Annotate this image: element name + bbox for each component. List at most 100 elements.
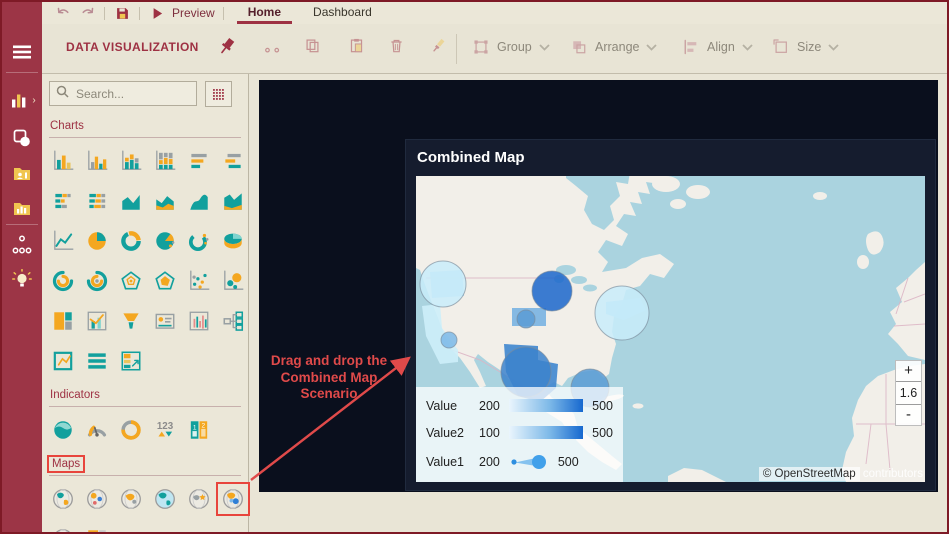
delete-button[interactable] bbox=[388, 37, 405, 54]
palette-icon-pin-map[interactable] bbox=[185, 485, 213, 513]
legend-min: 200 bbox=[479, 454, 500, 469]
palette-icon-pie-chart[interactable] bbox=[83, 227, 111, 255]
map-area[interactable]: Value 200 500 Value2 100 500 Value1 200 bbox=[416, 176, 925, 482]
map-legend: Value 200 500 Value2 100 500 Value1 200 bbox=[416, 387, 623, 482]
size-menu[interactable]: Size bbox=[772, 38, 839, 56]
palette-icon-clustered-bar-chart[interactable] bbox=[219, 147, 247, 175]
dashboard-canvas[interactable]: Combined Map Value 200 500 Value2 100 50… bbox=[259, 80, 938, 492]
legend-min: 200 bbox=[479, 398, 500, 413]
palette-icon-bubble-chart[interactable] bbox=[219, 267, 247, 295]
chevron-right-icon: › bbox=[32, 94, 36, 106]
palette-icon-stacked-column-100-chart[interactable] bbox=[151, 147, 179, 175]
palette-icon-polar-chart[interactable] bbox=[117, 267, 145, 295]
palette-icon-grid-widget[interactable] bbox=[83, 347, 111, 375]
zoom-in-button[interactable]: + bbox=[896, 361, 921, 381]
save-button[interactable] bbox=[113, 4, 131, 22]
rail-item-data-sources[interactable] bbox=[2, 159, 42, 187]
palette-icon-kpi-card[interactable]: 12 bbox=[185, 416, 213, 444]
svg-text:1: 1 bbox=[193, 424, 197, 431]
rail-item-data-visualization[interactable]: › bbox=[2, 86, 42, 114]
palette-icon-stacked-bar-100-chart[interactable] bbox=[83, 187, 111, 215]
palette-icon-pie-variant-chart[interactable] bbox=[151, 227, 179, 255]
palette-icon-doughnut-chart[interactable] bbox=[117, 227, 145, 255]
grid-view-button[interactable] bbox=[205, 81, 232, 107]
preview-button[interactable]: Preview bbox=[148, 4, 215, 22]
palette-icon-spline-area-chart[interactable] bbox=[185, 187, 213, 215]
map-bubble-2[interactable] bbox=[516, 309, 536, 329]
palette-icon-funnel-chart[interactable] bbox=[117, 307, 145, 335]
palette-icon-progress-ring[interactable] bbox=[117, 416, 145, 444]
palette-icon-combination-chart[interactable] bbox=[83, 307, 111, 335]
rail-item-dashboards[interactable] bbox=[2, 194, 42, 222]
palette-icon-sparkline-chart[interactable] bbox=[185, 307, 213, 335]
format-painter-button[interactable] bbox=[430, 37, 447, 54]
map-zoom-control: + 1.6 - bbox=[895, 360, 922, 426]
legend-gradient-bar bbox=[508, 399, 584, 412]
palette-icon-osm-map[interactable] bbox=[49, 525, 77, 532]
palette-icon-stacked-bar-chart[interactable] bbox=[49, 187, 77, 215]
rail-item-menu[interactable] bbox=[2, 38, 42, 66]
palette-icon-grid-map[interactable] bbox=[83, 525, 111, 532]
tab-dashboard[interactable]: Dashboard bbox=[297, 2, 388, 24]
search-icon bbox=[56, 85, 69, 103]
widget-title: Combined Map bbox=[417, 149, 525, 166]
palette-icon-linear-gauge[interactable] bbox=[49, 416, 77, 444]
palette-icon-shape-map[interactable] bbox=[151, 485, 179, 513]
palette-icon-bubble-map[interactable] bbox=[83, 485, 111, 513]
copy-button[interactable] bbox=[304, 37, 321, 54]
palette-icon-treemap-chart[interactable] bbox=[49, 307, 77, 335]
palette-icon-bar-chart[interactable] bbox=[185, 147, 213, 175]
panel-title: DATA VISUALIZATION bbox=[66, 40, 199, 54]
legend-row-value: Value 200 500 bbox=[416, 399, 623, 413]
palette-icon-scatter-chart[interactable] bbox=[185, 267, 213, 295]
map-bubble-3[interactable] bbox=[594, 285, 650, 341]
dashboard-designer-window: › Preview Home Dashboard DATA VISUALIZAT… bbox=[0, 0, 949, 534]
tab-home[interactable]: Home bbox=[232, 2, 297, 24]
cut-button[interactable] bbox=[264, 37, 281, 54]
undo-button[interactable] bbox=[54, 4, 72, 22]
palette-icon-radial-bar-chart[interactable] bbox=[49, 267, 77, 295]
group-menu[interactable]: Group bbox=[472, 38, 550, 56]
rail-item-insights[interactable] bbox=[2, 266, 42, 294]
rail-item-shapes[interactable] bbox=[2, 124, 42, 152]
map-bubble-0[interactable] bbox=[419, 260, 467, 308]
palette-icon-pivot-grid[interactable] bbox=[117, 347, 145, 375]
osm-attribution-link[interactable]: © OpenStreetMap bbox=[758, 467, 860, 481]
palette-icon-card-widget[interactable] bbox=[151, 307, 179, 335]
rail-item-hierarchy[interactable] bbox=[2, 231, 42, 259]
palette-icon-marker-map[interactable] bbox=[117, 485, 145, 513]
palette-icon-choropleth-map[interactable] bbox=[49, 485, 77, 513]
palette-icon-stacked-area-chart[interactable] bbox=[151, 187, 179, 215]
palette-icon-number-kpi[interactable]: 123 bbox=[151, 416, 179, 444]
palette-icon-clustered-column-chart[interactable] bbox=[83, 147, 111, 175]
paste-button[interactable] bbox=[348, 37, 365, 54]
palette-icon-area-chart[interactable] bbox=[117, 187, 145, 215]
divider bbox=[456, 34, 457, 64]
svg-text:123: 123 bbox=[157, 421, 174, 432]
palette-icon-circular-gauge[interactable] bbox=[83, 416, 111, 444]
palette-icon-doughnut-scatter-chart[interactable] bbox=[185, 227, 213, 255]
zoom-out-button[interactable]: - bbox=[896, 405, 921, 425]
zoom-level: 1.6 bbox=[896, 381, 921, 405]
palette-icon-3d-pie-chart[interactable] bbox=[219, 227, 247, 255]
palette-icon-combined-map[interactable] bbox=[216, 482, 250, 516]
palette-icon-circular-bar-chart[interactable] bbox=[83, 267, 111, 295]
legend-max: 500 bbox=[592, 398, 613, 413]
align-menu[interactable]: Align bbox=[682, 38, 753, 56]
combined-map-widget[interactable]: Combined Map Value 200 500 Value2 100 50… bbox=[405, 139, 936, 491]
map-bubble-1[interactable] bbox=[531, 270, 573, 312]
pin-icon[interactable] bbox=[217, 36, 237, 56]
search-box[interactable] bbox=[49, 81, 197, 106]
palette-icon-range-area-chart[interactable] bbox=[219, 187, 247, 215]
arrange-menu[interactable]: Arrange bbox=[570, 38, 658, 56]
search-input[interactable] bbox=[74, 85, 190, 102]
palette-icon-range-navigator[interactable] bbox=[49, 347, 77, 375]
palette-icon-radar-chart[interactable] bbox=[151, 267, 179, 295]
palette-icon-stacked-column-chart[interactable] bbox=[117, 147, 145, 175]
palette-icon-hierarchy-chart[interactable] bbox=[219, 307, 247, 335]
redo-button[interactable] bbox=[78, 4, 96, 22]
palette-icon-line-chart[interactable] bbox=[49, 227, 77, 255]
palette-icon-column-chart[interactable] bbox=[49, 147, 77, 175]
quick-access-bar: Preview Home Dashboard bbox=[42, 2, 947, 24]
map-bubble-4[interactable] bbox=[440, 331, 458, 349]
